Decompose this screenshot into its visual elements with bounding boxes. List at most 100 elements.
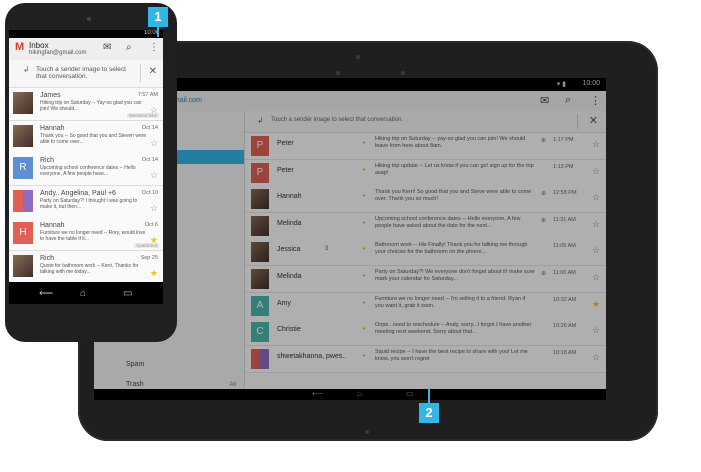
sender-name: Peter	[277, 166, 294, 174]
conversation-row[interactable]: A Amy ▸ Furniture we no longer need -- I'm …	[245, 292, 606, 320]
avatar-photo[interactable]	[13, 254, 33, 277]
phone-action-bar: M Inbox hikingfan@gmail.com ✉ ⌕ ⋮	[9, 38, 163, 61]
phone-screen: 10:00 M Inbox hikingfan@gmail.com ✉ ⌕ ⋮ …	[9, 30, 163, 282]
recents-icon[interactable]: ▭	[123, 288, 132, 299]
conversation-row[interactable]: R Rich Upcoming school conference dates --…	[9, 153, 163, 186]
compose-icon[interactable]: ✉	[540, 94, 549, 107]
avatar[interactable]: R	[13, 157, 33, 179]
selection-tip: ↲ Touch a sender image to select that co…	[245, 111, 606, 133]
home-icon[interactable]: ⌂	[357, 389, 362, 398]
message-time: 11:00 AM	[553, 270, 576, 276]
page-title: Inbox	[29, 41, 49, 50]
avatar-photo[interactable]	[251, 189, 269, 210]
star-icon[interactable]: ☆	[150, 203, 158, 214]
star-icon[interactable]: ★	[592, 299, 600, 310]
star-icon[interactable]: ☆	[592, 325, 600, 336]
star-icon[interactable]: ☆	[592, 139, 600, 150]
importance-marker-icon: ▸	[363, 326, 367, 333]
avatar[interactable]: A	[251, 295, 269, 316]
folder-trash-count: All	[229, 382, 236, 388]
avatar-photo[interactable]	[13, 124, 33, 147]
star-icon[interactable]: ☆	[592, 219, 600, 230]
avatar-group[interactable]	[251, 348, 269, 369]
avatar-group[interactable]	[13, 189, 33, 212]
star-icon[interactable]: ☆	[592, 272, 600, 283]
conversation-row[interactable]: P Peter ▸ Hiking trip on Saturday -- yay-so…	[245, 133, 606, 160]
message-time: 1:13 PM	[553, 163, 574, 170]
recents-icon[interactable]: ▭	[406, 389, 414, 398]
folder-trash[interactable]: Trash	[126, 381, 144, 388]
gmail-logo-icon[interactable]: M	[15, 41, 24, 53]
importance-marker-icon: ▸	[363, 219, 367, 226]
message-snippet: Upcoming school conference dates -- Hell…	[40, 165, 136, 177]
compose-icon[interactable]: ✉	[103, 42, 111, 53]
star-icon[interactable]: ☆	[592, 192, 600, 203]
sender-name: Rich	[40, 157, 55, 164]
message-time: 10:32 AM	[553, 296, 577, 303]
conversation-row[interactable]: shwetakhanna, pwes.. ▸ Squid recipe -- I h…	[245, 345, 606, 373]
avatar[interactable]: P	[251, 162, 269, 183]
importance-marker-icon: ▸	[363, 299, 367, 306]
account-label: hikingfan@gmail.com	[29, 50, 87, 56]
search-icon[interactable]: ⌕	[565, 94, 571, 107]
tablet-nav-bar: ⟵ ⌂ ▭	[94, 389, 606, 400]
importance-marker-icon: ▸	[363, 352, 367, 359]
message-time: 12:58 PM	[553, 190, 577, 197]
conversation-row[interactable]: P Peter ▸ Hiking trip update -- Let us know…	[245, 159, 606, 187]
conversation-row[interactable]: Hannah Thank you -- So good that you and …	[9, 120, 163, 154]
conversation-row[interactable]: H Hannah Furniture we no longer need -- Ro…	[9, 218, 163, 251]
message-snippet: Oops...need to reschedule -- Andy, sorry…	[375, 322, 532, 336]
overflow-icon[interactable]: ⋮	[149, 42, 159, 53]
attachment-icon: ⊕	[541, 271, 547, 277]
sender-name: Hannah	[40, 222, 65, 229]
message-snippet: Thank you Kerri! So good that you and St…	[375, 189, 532, 203]
avatar-photo[interactable]	[251, 215, 269, 236]
conversation-row[interactable]: C Christie ▸ Oops...need to reschedule -- A…	[245, 319, 606, 347]
avatar-photo[interactable]	[251, 269, 269, 289]
avatar-photo[interactable]	[13, 92, 33, 114]
sender-name: Andy.. Angelina, Paul +6	[40, 189, 116, 197]
message-snippet: Hiking trip on Saturday -- Yay-so glad y…	[40, 100, 142, 112]
sender-name: Hannah	[277, 193, 302, 201]
avatar-photo[interactable]	[251, 242, 269, 263]
conversation-row[interactable]: Hannah ▸ Thank you Kerri! So good that you…	[245, 186, 606, 214]
overflow-icon[interactable]: ⋮	[590, 94, 601, 107]
search-icon[interactable]: ⌕	[126, 42, 132, 53]
home-icon[interactable]: ⌂	[80, 288, 86, 299]
back-icon[interactable]: ⟵	[312, 389, 323, 398]
importance-marker-icon: ▸	[363, 273, 367, 279]
star-icon[interactable]: ☆	[150, 138, 158, 149]
message-snippet: Bathroom work -- His Finally! Thank you …	[375, 242, 528, 256]
sender-name: Amy	[277, 299, 291, 307]
sender-name: Rich	[40, 254, 55, 262]
message-time: 10:26 AM	[553, 323, 577, 330]
star-icon[interactable]: ☆	[592, 166, 600, 177]
conversation-row[interactable]: Jessica 3 ▸ Bathroom work -- His Finally! T…	[245, 239, 606, 267]
message-snippet: Furniture we no longer need -- I'm selli…	[375, 295, 526, 309]
phone-nav-bar: ⟵ ⌂ ▭	[9, 282, 163, 304]
star-icon[interactable]: ☆	[592, 245, 600, 256]
conversation-row[interactable]: Rich Quote for bathroom work -- Kerri, Th…	[9, 250, 163, 282]
signal-icon: ▾ ▮	[556, 81, 566, 88]
star-icon[interactable]: ☆	[150, 170, 158, 181]
avatar[interactable]: C	[251, 322, 269, 343]
tablet-sensor-2	[401, 71, 405, 75]
close-icon[interactable]: ✕	[149, 66, 157, 77]
conversation-row[interactable]: James Hiking trip on Saturday -- Yay-so g…	[9, 88, 163, 121]
avatar[interactable]: H	[13, 222, 33, 244]
star-icon[interactable]: ☆	[592, 352, 600, 363]
folder-spam[interactable]: Spam	[126, 361, 144, 368]
callout-2-pointer	[428, 388, 430, 403]
conversation-row[interactable]: Melinda ▸ Upcoming school conference dates…	[245, 212, 606, 240]
label-chip: Apartment	[134, 243, 159, 248]
conversation-row[interactable]: Melinda ▸ Party on Saturday?! We everyone …	[245, 266, 606, 293]
avatar[interactable]: P	[251, 136, 269, 156]
tip-text: Touch a sender image to select that conv…	[36, 66, 126, 80]
back-icon[interactable]: ⟵	[39, 288, 53, 299]
attachment-icon: ⊕	[541, 138, 547, 144]
conversation-row[interactable]: Andy.. Angelina, Paul +6 Party on Saturda…	[9, 185, 163, 219]
star-icon[interactable]: ★	[150, 268, 158, 279]
close-icon[interactable]: ✕	[589, 114, 598, 127]
message-time: Oct 14	[141, 124, 158, 131]
message-snippet: Squid recipe -- I have the best recipe t…	[375, 348, 528, 362]
